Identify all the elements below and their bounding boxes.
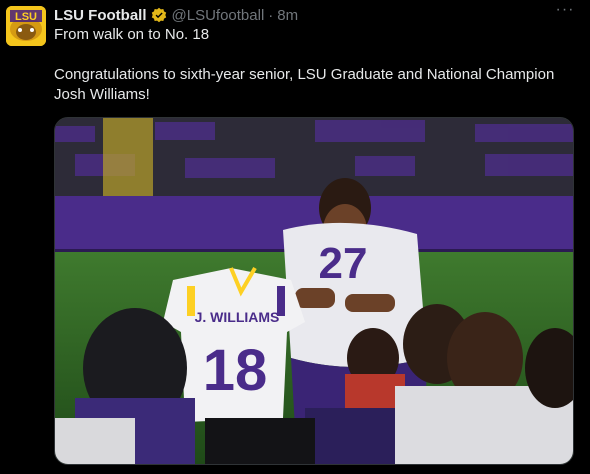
svg-text:27: 27 xyxy=(319,239,368,288)
photo-scene: 27 J. WILLIAMS 18 xyxy=(55,118,573,464)
display-name[interactable]: LSU Football xyxy=(54,7,147,24)
tweet-photo[interactable]: 27 J. WILLIAMS 18 xyxy=(54,117,574,465)
verified-badge-icon xyxy=(151,7,166,23)
more-options-icon[interactable]: ··· xyxy=(554,2,576,23)
tweet-text-line: Congratulations to sixth-year senior, LS… xyxy=(54,66,555,103)
tweet-text-line: From walk on to No. 18 xyxy=(54,26,210,43)
lsu-logo-icon: LSU xyxy=(6,6,46,46)
separator-dot: · xyxy=(268,6,274,24)
timestamp[interactable]: 8m xyxy=(277,7,298,24)
svg-text:J. WILLIAMS: J. WILLIAMS xyxy=(195,309,280,325)
avatar[interactable]: LSU xyxy=(6,6,46,46)
svg-text:LSU: LSU xyxy=(15,11,37,23)
svg-text:18: 18 xyxy=(203,338,268,403)
tweet-text: From walk on to No. 18 Congratulations t… xyxy=(54,25,582,105)
handle[interactable]: @LSUfootball xyxy=(172,7,265,24)
tweet-header: LSU Football @LSUfootball · 8m xyxy=(54,5,578,25)
